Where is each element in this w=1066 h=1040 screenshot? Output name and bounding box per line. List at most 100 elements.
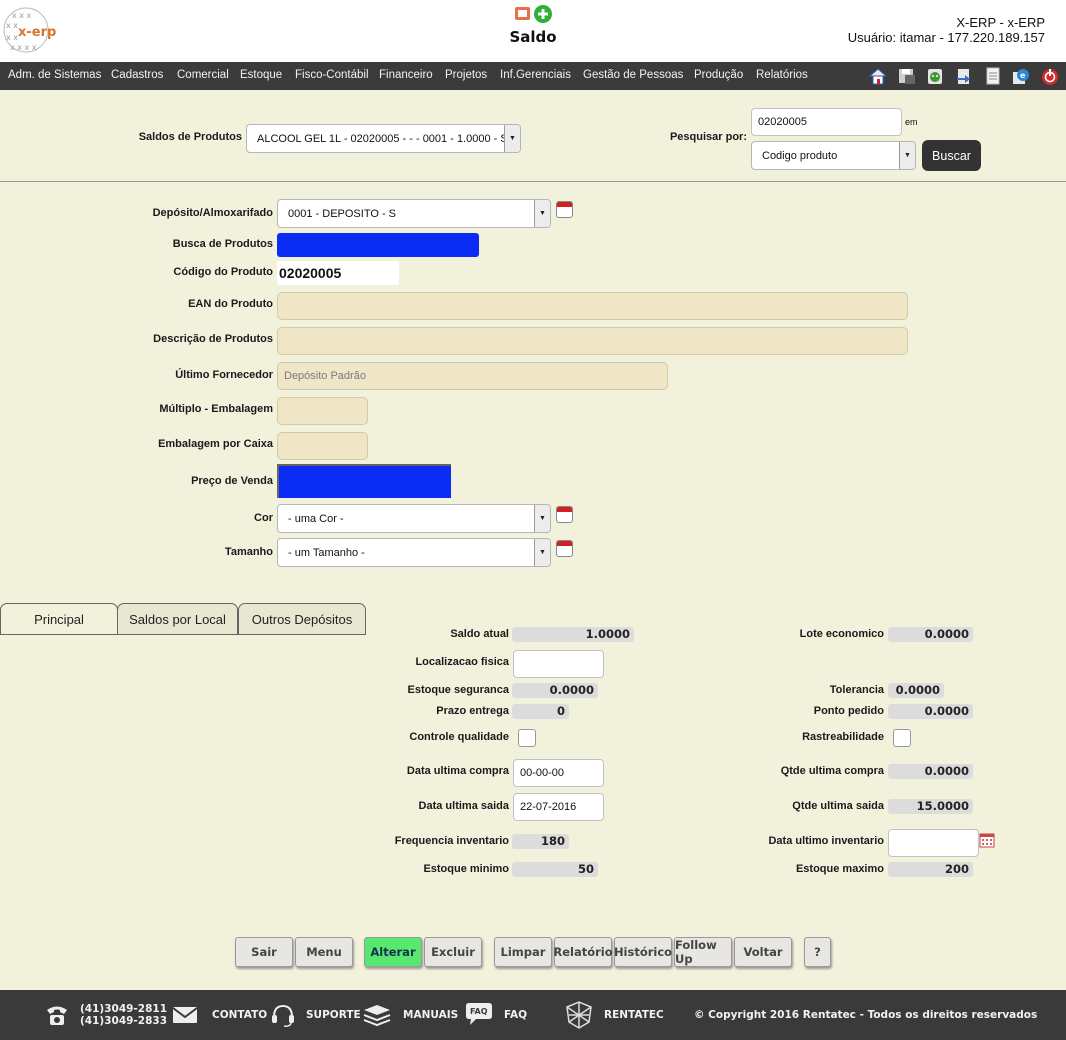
saldos-produtos-select[interactable]: ALCOOL GEL 1L - 02020005 - - - 0001 - 1.…: [246, 124, 521, 153]
pesquisar-input[interactable]: 02020005: [751, 108, 902, 136]
data-ultima-saida-input[interactable]: 22-07-2016: [513, 793, 604, 821]
suporte-link[interactable]: SUPORTE: [306, 1009, 361, 1021]
rastreabilidade-label: Rastreabilidade: [802, 731, 884, 743]
divider: [0, 181, 1066, 182]
data-ultima-compra-value: 00-00-00: [520, 767, 565, 779]
cor-select[interactable]: - uma Cor - ▼: [277, 504, 551, 533]
qtde-ultima-saida-label: Qtde ultima saida: [792, 800, 884, 812]
saldos-produtos-value: ALCOOL GEL 1L - 02020005 - - - 0001 - 1.…: [257, 132, 508, 145]
menu-button[interactable]: Menu: [295, 937, 353, 967]
export-icon[interactable]: [954, 66, 974, 86]
help-button[interactable]: ?: [804, 937, 831, 967]
android-icon[interactable]: [925, 66, 945, 86]
tamanho-label: Tamanho: [224, 546, 273, 558]
home-icon[interactable]: [868, 66, 888, 86]
lote-economico-label: Lote economico: [799, 628, 884, 640]
ean-field: [277, 292, 908, 320]
busca-produtos-label: Busca de Produtos: [172, 238, 273, 250]
manuais-link[interactable]: MANUAIS: [403, 1009, 458, 1021]
headset-icon[interactable]: [270, 1002, 296, 1028]
localizacao-label: Localizacao fisica: [415, 656, 509, 668]
embalagem-field: [277, 432, 368, 460]
relatorio-button[interactable]: Relatório: [553, 937, 613, 967]
fornecedor-label: Último Fornecedor: [175, 369, 273, 381]
tamanho-value: - um Tamanho -: [288, 546, 365, 559]
data-ultima-compra-label: Data ultima compra: [406, 765, 509, 777]
x-erp-logo[interactable]: x x x x x x x x x x x x-erp: [2, 4, 64, 56]
menu-producao[interactable]: Produção: [694, 69, 743, 81]
embalagem-label: Embalagem por Caixa: [158, 438, 273, 450]
envelope-icon[interactable]: [172, 1005, 198, 1025]
search-criteria-select[interactable]: Codigo produto ▼: [751, 141, 916, 170]
qtde-ultima-saida-value: 15.0000: [888, 799, 973, 814]
localizacao-input[interactable]: [513, 650, 604, 678]
voltar-button[interactable]: Voltar: [734, 937, 792, 967]
menu-financeiro[interactable]: Financeiro: [379, 69, 433, 81]
excluir-button[interactable]: Excluir: [424, 937, 482, 967]
menu-relatorios[interactable]: Relatórios: [756, 69, 808, 81]
estoque-minimo-label: Estoque minimo: [423, 863, 509, 875]
user-info: X-ERP - x-ERP Usuário: itamar - 177.220.…: [848, 15, 1045, 45]
buscar-button[interactable]: Buscar: [922, 140, 981, 171]
contato-link[interactable]: CONTATO: [212, 1009, 267, 1021]
historico-button[interactable]: Histórico: [614, 937, 672, 967]
internet-explorer-icon[interactable]: e: [1011, 66, 1031, 86]
calendar-icon[interactable]: [556, 201, 573, 218]
deposito-value: 0001 - DEPOSITO - S: [288, 207, 397, 220]
controle-qualidade-checkbox[interactable]: [518, 729, 536, 747]
cor-value: - uma Cor -: [288, 512, 344, 525]
tamanho-select[interactable]: - um Tamanho - ▼: [277, 538, 551, 567]
estoque-maximo-value: 200: [888, 862, 973, 877]
codigo-produto-input[interactable]: 02020005: [277, 261, 399, 285]
system-name: X-ERP - x-ERP: [956, 15, 1045, 30]
calendar-icon[interactable]: [556, 506, 573, 523]
rentatec-link[interactable]: RENTATEC: [604, 1009, 664, 1021]
data-ultima-compra-input[interactable]: 00-00-00: [513, 759, 604, 787]
limpar-button[interactable]: Limpar: [494, 937, 552, 967]
tab-principal[interactable]: Principal: [0, 603, 118, 635]
menu-comercial[interactable]: Comercial: [177, 69, 229, 81]
svg-text:x x x x: x x x x: [10, 43, 37, 52]
faq-badge-text: FAQ: [470, 1007, 488, 1016]
search-criteria-value: Codigo produto: [762, 149, 838, 162]
rastreabilidade-checkbox[interactable]: [893, 729, 911, 747]
alterar-button[interactable]: Alterar: [364, 937, 422, 967]
menu-estoque[interactable]: Estoque: [240, 69, 282, 81]
fornecedor-field: Depósito Padrão: [277, 362, 668, 390]
preco-venda-input[interactable]: [277, 464, 451, 498]
telephone-icon: [47, 1006, 67, 1025]
busca-produtos-input[interactable]: [277, 233, 479, 257]
power-icon[interactable]: [1040, 66, 1060, 86]
menu-fisco-contabil[interactable]: Fisco-Contábil: [295, 69, 369, 81]
save-icon[interactable]: [897, 66, 917, 86]
svg-text:x x: x x: [6, 33, 18, 42]
books-icon[interactable]: [362, 1003, 392, 1027]
menu-inf-gerenciais[interactable]: Inf.Gerenciais: [500, 69, 571, 81]
ponto-pedido-value: 0.0000: [888, 704, 973, 719]
qtde-ultima-compra-label: Qtde ultima compra: [780, 765, 884, 777]
estoque-seguranca-label: Estoque seguranca: [407, 684, 509, 696]
frequencia-inventario-value: 180: [512, 834, 569, 849]
phone-2: (41)3049-2833: [80, 1015, 168, 1027]
data-ultimo-inventario-input[interactable]: [888, 829, 979, 857]
faq-icon[interactable]: FAQ: [464, 1002, 494, 1030]
chevron-down-icon: ▼: [504, 125, 520, 152]
follow-up-button[interactable]: Follow Up: [674, 937, 732, 967]
estoque-seguranca-value: 0.0000: [512, 683, 598, 698]
menu-projetos[interactable]: Projetos: [445, 69, 487, 81]
menu-adm-sistemas[interactable]: Adm. de Sistemas: [8, 69, 101, 81]
header: x x x x x x x x x x x x-erp Saldo X-ERP …: [0, 0, 1066, 62]
sair-button[interactable]: Sair: [235, 937, 293, 967]
tolerancia-label: Tolerancia: [829, 684, 884, 696]
menu-cadastros[interactable]: Cadastros: [111, 69, 163, 81]
codigo-produto-value: 02020005: [279, 265, 342, 281]
menu-gestao-pessoas[interactable]: Gestão de Pessoas: [583, 69, 683, 81]
calendar-icon[interactable]: [556, 540, 573, 557]
deposito-select[interactable]: 0001 - DEPOSITO - S ▼: [277, 199, 551, 228]
faq-link[interactable]: FAQ: [504, 1009, 527, 1021]
chevron-down-icon: ▼: [534, 539, 550, 566]
tab-saldos-por-local[interactable]: Saldos por Local: [117, 603, 238, 635]
pesquisar-value: 02020005: [758, 116, 807, 128]
document-icon[interactable]: [983, 66, 1003, 86]
calendar-icon[interactable]: [979, 832, 995, 848]
